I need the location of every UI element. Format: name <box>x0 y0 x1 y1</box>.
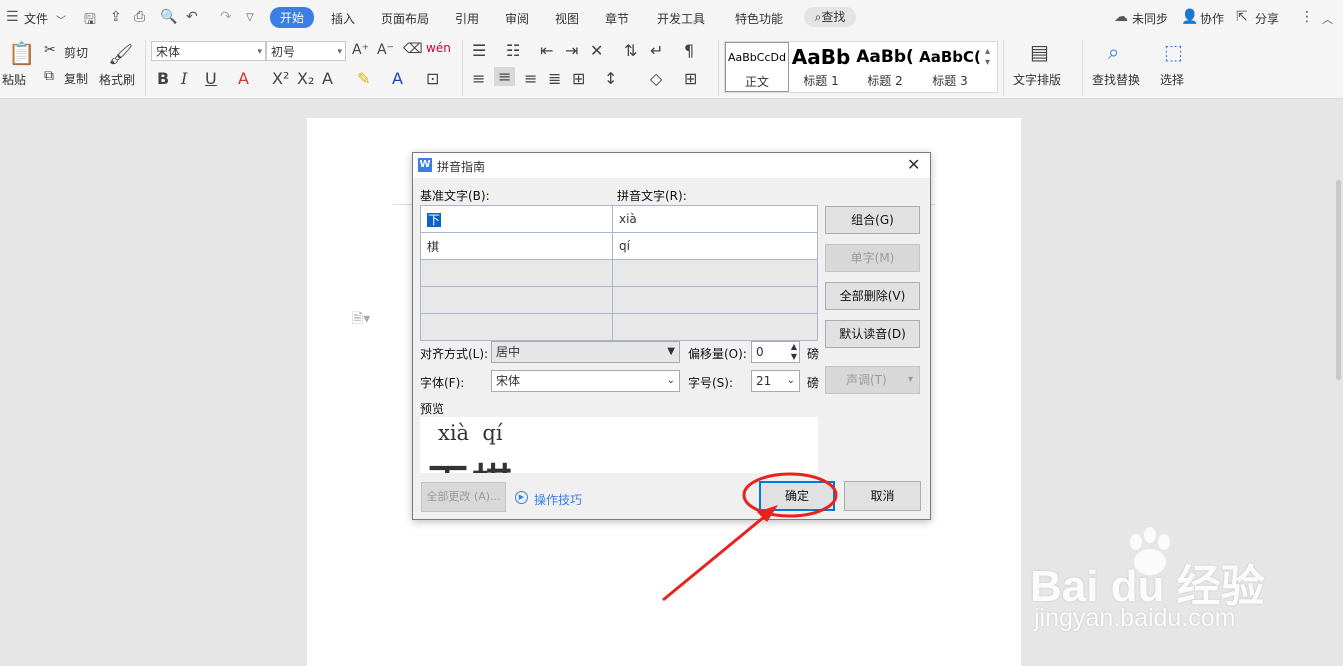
baidu-watermark: Bai du 经验 jingyan.baidu.com <box>1030 520 1280 640</box>
pointer-arrow <box>662 510 771 602</box>
highlight-circle <box>742 472 838 518</box>
watermark-url: jingyan.baidu.com <box>1034 604 1236 632</box>
